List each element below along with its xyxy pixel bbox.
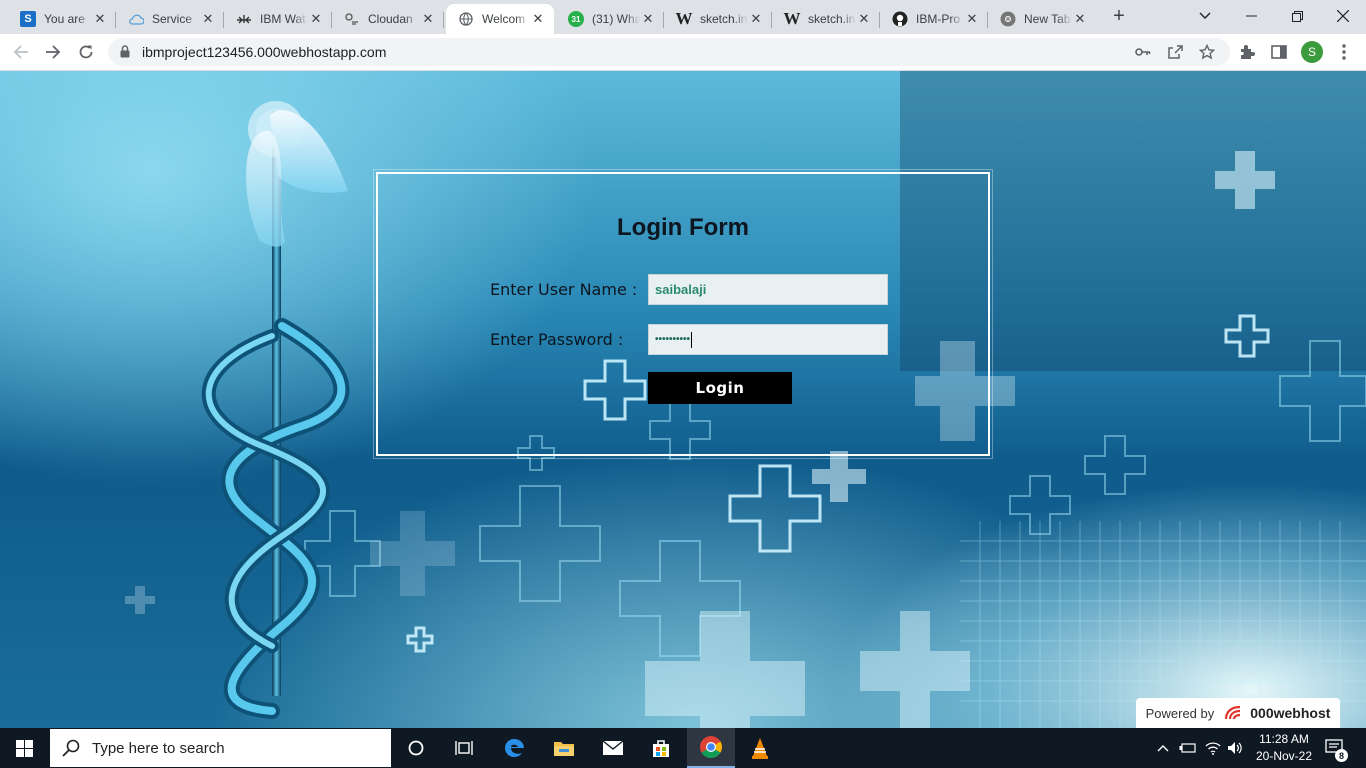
close-icon[interactable]: ✕ [92, 11, 108, 27]
system-clock[interactable]: 11:28 AM 20-Nov-22 [1242, 731, 1326, 765]
restore-button[interactable] [1274, 0, 1320, 32]
close-icon[interactable]: ✕ [530, 11, 546, 27]
username-value: saibalaji [655, 282, 707, 297]
tab-title: sketch.in [808, 12, 856, 26]
tab-title: sketch.in [700, 12, 748, 26]
tab-search-chevron-down-icon[interactable] [1182, 0, 1228, 32]
github-icon [892, 11, 908, 27]
tab-sketch-1[interactable]: W sketch.in ✕ [664, 4, 772, 34]
close-icon[interactable]: ✕ [1072, 11, 1088, 27]
password-value: •••••••••• [655, 334, 691, 345]
close-icon[interactable]: ✕ [964, 11, 980, 27]
tab-title: New Tab [1024, 12, 1071, 26]
store-icon[interactable] [637, 728, 685, 768]
tab-sketch-2[interactable]: W sketch.in ✕ [772, 4, 880, 34]
edge-icon[interactable] [490, 728, 538, 768]
globe-icon [458, 11, 474, 27]
cloud-icon [128, 11, 144, 27]
tab-title: You are [44, 12, 85, 26]
web-page: Login Form Enter User Name : saibalaji E… [0, 71, 1366, 728]
minimize-button[interactable] [1228, 0, 1274, 32]
forward-button[interactable] [41, 40, 65, 64]
new-tab-button[interactable]: + [1108, 6, 1130, 28]
powered-by-label: Powered by [1145, 705, 1215, 721]
notification-center-button[interactable]: 8 [1322, 728, 1348, 768]
s-favicon-icon: S [20, 11, 36, 27]
tab-you-are[interactable]: S You are ✕ [8, 4, 116, 34]
tab-ibm-watson[interactable]: IBM Wat ✕ [224, 4, 332, 34]
url-text[interactable]: ibmproject123456.000webhostapp.com [142, 44, 386, 60]
vlc-icon[interactable] [736, 728, 784, 768]
tab-title: Cloudan [368, 12, 413, 26]
close-icon[interactable]: ✕ [856, 11, 872, 27]
windows-logo-icon [15, 739, 33, 757]
username-label: Enter User Name : [490, 280, 638, 299]
cloudant-icon [344, 11, 360, 27]
password-input[interactable]: •••••••••• [648, 324, 888, 355]
share-icon[interactable] [1166, 43, 1184, 61]
menu-kebab-icon[interactable] [1334, 42, 1354, 62]
webhost-brand: 000webhost [1250, 705, 1331, 721]
close-icon[interactable]: ✕ [640, 11, 656, 27]
clock-time: 11:28 AM [1259, 732, 1309, 746]
tab-title: IBM-Pro [916, 12, 961, 26]
bookmark-star-icon[interactable] [1198, 43, 1216, 61]
search-icon [62, 739, 80, 757]
task-view-icon[interactable] [440, 728, 488, 768]
key-icon[interactable] [1134, 43, 1152, 61]
password-label: Enter Password : [490, 330, 624, 349]
tab-title: (31) Wha [592, 12, 640, 26]
clock-date: 20-Nov-22 [1255, 749, 1313, 763]
powered-by-badge[interactable]: Powered by 000webhost [1136, 698, 1340, 728]
browser-toolbar: ibmproject123456.000webhostapp.com S [0, 34, 1366, 71]
username-input[interactable]: saibalaji [648, 274, 888, 305]
tab-strip: S You are ✕ Service ✕ IBM Wat ✕ Cloudan … [0, 0, 1366, 34]
wikipedia-icon: W [783, 9, 801, 28]
wifi-icon[interactable] [1202, 728, 1224, 768]
whatsapp-icon: 31 [568, 11, 584, 27]
cortana-icon[interactable] [392, 728, 440, 768]
back-button[interactable] [9, 40, 33, 64]
watson-icon [236, 11, 252, 27]
profile-avatar[interactable]: S [1301, 41, 1323, 63]
reload-button[interactable] [74, 40, 98, 64]
login-form-title: Login Form [617, 214, 749, 241]
start-button[interactable] [0, 728, 48, 768]
tab-title: Welcom [482, 12, 526, 26]
tab-github[interactable]: IBM-Pro ✕ [880, 4, 988, 34]
close-icon[interactable]: ✕ [308, 11, 324, 27]
chrome-taskbar-icon[interactable] [687, 728, 735, 768]
extensions-puzzle-icon[interactable] [1237, 42, 1257, 62]
tab-whatsapp[interactable]: 31 (31) Wha ✕ [556, 4, 664, 34]
lock-icon[interactable] [120, 45, 130, 58]
windows-taskbar: Type here to search 11:28 AM 20-Nov-22 8 [0, 728, 1366, 768]
chrome-icon [1000, 11, 1016, 27]
tab-title: Service [152, 12, 193, 26]
webhost-logo-icon [1225, 705, 1241, 720]
address-bar[interactable]: ibmproject123456.000webhostapp.com [108, 38, 1230, 66]
tab-separator [443, 12, 444, 28]
close-window-button[interactable] [1320, 0, 1366, 32]
search-placeholder: Type here to search [92, 739, 225, 757]
side-panel-icon[interactable] [1269, 42, 1289, 62]
tab-cloudant[interactable]: Cloudan ✕ [332, 4, 444, 34]
wikipedia-icon: W [675, 9, 693, 28]
tab-new-tab[interactable]: New Tab ✕ [988, 4, 1096, 34]
tab-welcome[interactable]: Welcom ✕ [446, 4, 554, 34]
file-explorer-icon[interactable] [540, 728, 588, 768]
login-button[interactable]: Login [648, 372, 792, 404]
battery-icon[interactable] [1177, 728, 1199, 768]
close-icon[interactable]: ✕ [420, 11, 436, 27]
close-icon[interactable]: ✕ [200, 11, 216, 27]
notification-count-badge: 8 [1335, 749, 1348, 762]
login-form: Login Form Enter User Name : saibalaji E… [373, 169, 993, 459]
mail-icon[interactable] [589, 728, 637, 768]
close-icon[interactable]: ✕ [748, 11, 764, 27]
tray-chevron-up-icon[interactable] [1153, 728, 1173, 768]
text-caret [691, 331, 693, 348]
taskbar-search-box[interactable]: Type here to search [50, 729, 391, 767]
tab-title: IBM Wat [260, 12, 306, 26]
tab-service[interactable]: Service ✕ [116, 4, 224, 34]
